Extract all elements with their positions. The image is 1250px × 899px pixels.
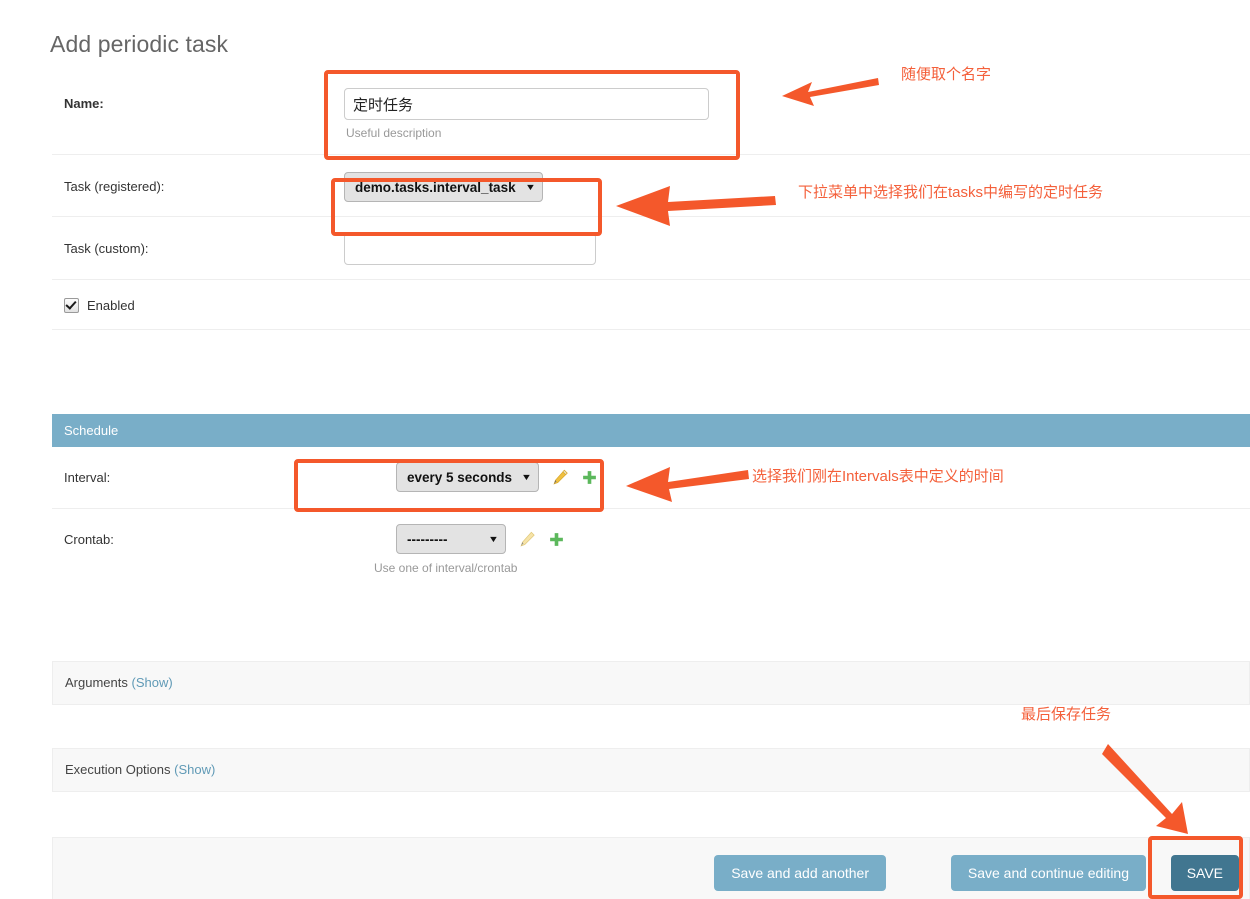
chevron-down-icon: ▼ bbox=[520, 472, 533, 482]
pencil-icon[interactable] bbox=[552, 469, 569, 486]
form-row-task-custom: Task (custom): bbox=[52, 217, 1250, 280]
form-row-crontab: Crontab: --------- ▼ Use one of interval… bbox=[52, 509, 1250, 585]
interval-label: Interval: bbox=[64, 470, 111, 485]
save-button[interactable]: SAVE bbox=[1170, 855, 1239, 891]
crontab-label: Crontab: bbox=[64, 532, 114, 547]
page-title: Add periodic task bbox=[50, 31, 229, 58]
enabled-label: Enabled bbox=[87, 298, 135, 313]
form-row-task-registered: Task (registered): demo.tasks.interval_t… bbox=[52, 155, 1250, 217]
main-fieldset: Name: Useful description Task (registere… bbox=[52, 72, 1250, 330]
execution-options-panel[interactable]: Execution Options (Show) bbox=[52, 748, 1250, 792]
schedule-header: Schedule bbox=[52, 414, 1250, 447]
execution-options-label: Execution Options bbox=[65, 762, 171, 777]
name-input[interactable] bbox=[344, 88, 709, 120]
task-custom-input[interactable] bbox=[344, 233, 596, 265]
interval-selected-value: every 5 seconds bbox=[407, 469, 513, 485]
task-registered-label: Task (registered): bbox=[64, 179, 165, 194]
task-registered-select[interactable]: demo.tasks.interval_task ▼ bbox=[344, 172, 543, 202]
arguments-label: Arguments bbox=[65, 675, 128, 690]
name-help-text: Useful description bbox=[346, 126, 442, 140]
plus-icon[interactable] bbox=[548, 531, 565, 548]
form-row-interval: Interval: every 5 seconds ▼ bbox=[52, 447, 1250, 509]
enabled-checkbox[interactable] bbox=[64, 298, 79, 313]
task-registered-selected-value: demo.tasks.interval_task bbox=[355, 179, 516, 195]
plus-icon[interactable] bbox=[581, 469, 598, 486]
enabled-checkbox-row[interactable]: Enabled bbox=[52, 280, 1250, 329]
submit-row: Save and add another Save and continue e… bbox=[52, 837, 1250, 899]
chevron-down-icon: ▼ bbox=[524, 182, 536, 192]
save-and-continue-editing-button[interactable]: Save and continue editing bbox=[950, 855, 1146, 891]
crontab-select[interactable]: --------- ▼ bbox=[396, 524, 506, 554]
annotation-text-save: 最后保存任务 bbox=[1021, 706, 1112, 723]
save-and-add-another-button[interactable]: Save and add another bbox=[714, 855, 886, 891]
arguments-panel[interactable]: Arguments (Show) bbox=[52, 661, 1250, 705]
schedule-fieldset: Schedule Interval: every 5 seconds ▼ Cro… bbox=[52, 414, 1250, 585]
task-custom-label: Task (custom): bbox=[64, 241, 149, 256]
chevron-down-icon: ▼ bbox=[487, 534, 500, 544]
execution-options-show-link[interactable]: (Show) bbox=[174, 762, 215, 777]
form-row-enabled: Enabled bbox=[52, 280, 1250, 330]
arguments-show-link[interactable]: (Show) bbox=[132, 675, 173, 690]
crontab-selected-value: --------- bbox=[407, 531, 448, 547]
pencil-icon[interactable] bbox=[519, 531, 536, 548]
form-row-name: Name: Useful description bbox=[52, 72, 1250, 155]
crontab-help-text: Use one of interval/crontab bbox=[374, 561, 518, 575]
interval-select[interactable]: every 5 seconds ▼ bbox=[396, 462, 539, 492]
name-label: Name: bbox=[64, 96, 104, 111]
